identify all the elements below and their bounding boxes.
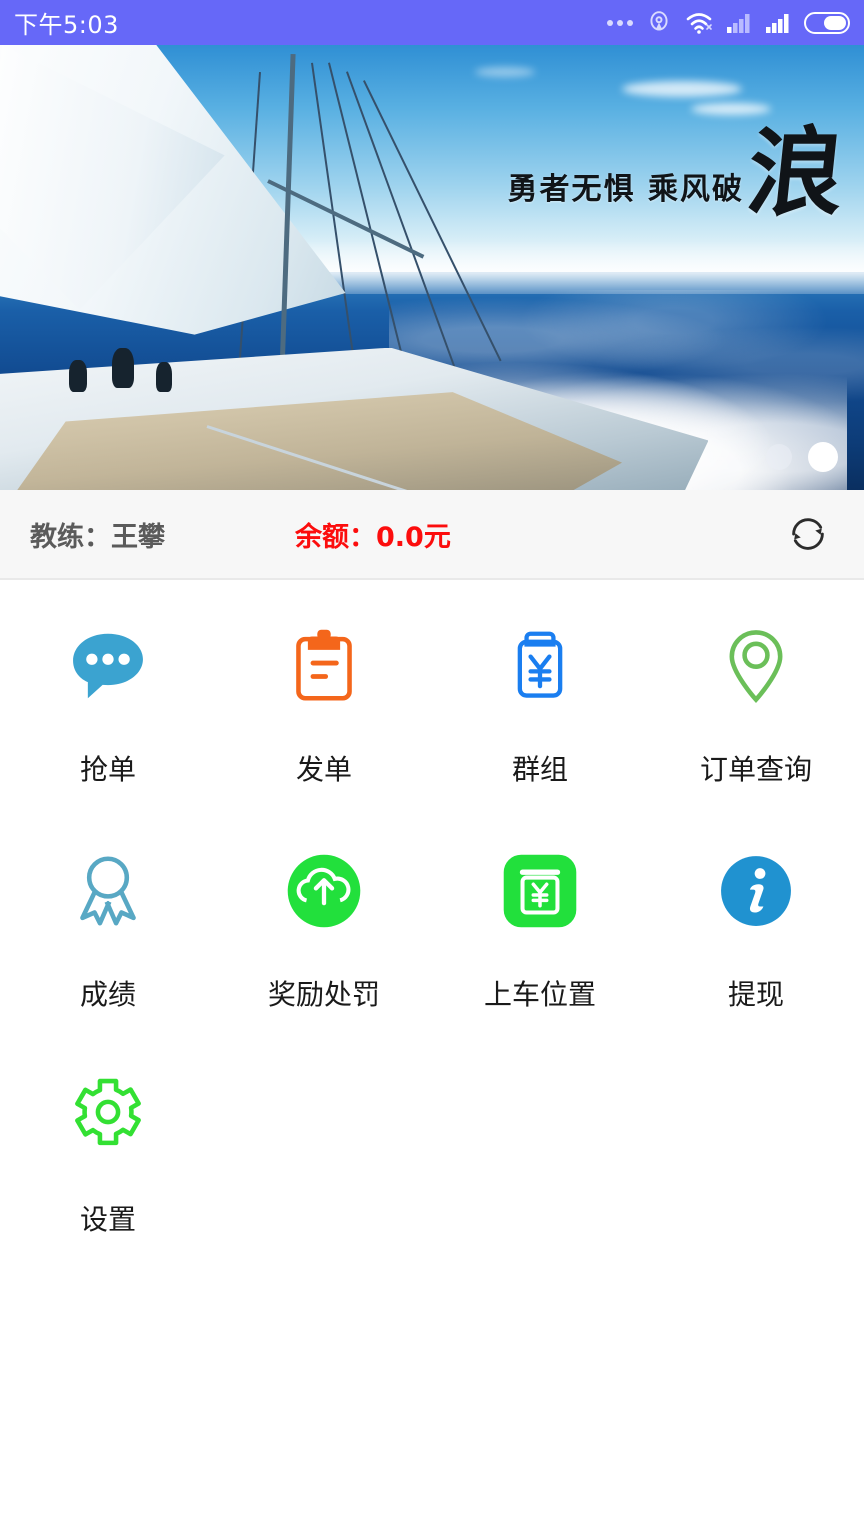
grid-item-jianglichufa[interactable]: 奖励处罚 (216, 843, 432, 1068)
carousel-dots[interactable] (766, 442, 838, 472)
gear-icon (65, 1068, 151, 1164)
account-balance: 余额：0.0元 (295, 521, 451, 553)
carousel-dot-1[interactable] (766, 444, 792, 470)
promo-banner[interactable]: 勇者无惧 乘风破 浪 (0, 45, 864, 490)
grid-item-dingdanchaxun[interactable]: 订单查询 (648, 618, 864, 843)
banner-image-sailboat (0, 45, 864, 490)
signal-1-icon (727, 13, 750, 33)
atm-cash-icon (497, 843, 583, 939)
status-time: 下午5:03 (14, 11, 119, 39)
grid-item-label: 群组 (511, 753, 568, 786)
nfc-icon (650, 10, 668, 30)
yuan-clipboard-icon (497, 618, 583, 714)
app-screen: 下午5:03 勇者无惧 乘风破 浪 教练：王攀 余额：0.0元 抢单 发单 群组… (0, 0, 864, 1536)
grid-item-chengji[interactable]: 成绩 (0, 843, 216, 1068)
refresh-button[interactable] (782, 508, 834, 560)
battery-icon (804, 11, 850, 34)
status-icons (607, 10, 850, 36)
grid-item-fadan[interactable]: 发单 (216, 618, 432, 843)
grid-item-qiangdan[interactable]: 抢单 (0, 618, 216, 843)
feature-grid: 抢单 发单 群组 订单查询 成绩 奖励处罚 上车位置 提现 设置 (0, 580, 864, 1293)
signal-2-icon (766, 13, 789, 33)
grid-item-label: 发单 (295, 753, 352, 786)
grid-item-label: 设置 (79, 1203, 136, 1236)
speech-bubble-icon (65, 618, 151, 714)
grid-item-label: 抢单 (79, 753, 136, 786)
banner-slogan: 勇者无惧 乘风破 浪 (507, 116, 850, 229)
award-ribbon-icon (65, 843, 151, 939)
grid-item-shezhi[interactable]: 设置 (0, 1068, 216, 1293)
account-info-bar: 教练：王攀 余额：0.0元 (0, 490, 864, 580)
map-pin-icon (713, 618, 799, 714)
grid-item-label: 奖励处罚 (267, 978, 380, 1011)
carousel-dot-2[interactable] (808, 442, 838, 472)
grid-item-tixian[interactable]: 提现 (648, 843, 864, 1068)
banner-slogan-big: 浪 (742, 116, 850, 229)
banner-slogan-small: 勇者无惧 乘风破 (507, 172, 744, 208)
grid-item-label: 成绩 (79, 978, 136, 1011)
grid-item-label: 提现 (727, 978, 784, 1011)
grid-item-qunzu[interactable]: 群组 (432, 618, 648, 843)
refresh-icon (792, 518, 824, 550)
coach-name: 教练：王攀 (30, 521, 165, 553)
grid-item-label: 上车位置 (483, 978, 596, 1011)
grid-item-shangchewz[interactable]: 上车位置 (432, 843, 648, 1068)
more-dots-icon (607, 19, 633, 26)
clipboard-icon (281, 618, 367, 714)
cloud-upload-icon (281, 843, 367, 939)
status-bar: 下午5:03 (0, 0, 864, 45)
wifi-icon (686, 12, 712, 34)
info-circle-icon (713, 843, 799, 939)
grid-item-label: 订单查询 (699, 753, 812, 786)
